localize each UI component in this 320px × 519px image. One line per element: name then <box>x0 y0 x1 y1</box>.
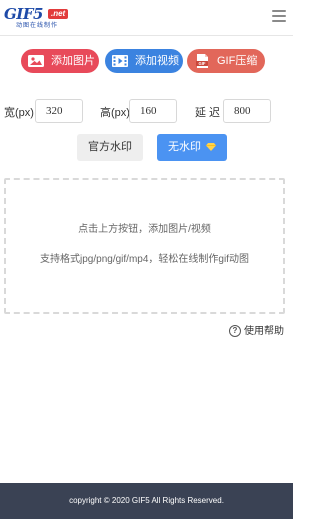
header: GIF5 .net 动图在线制作 <box>0 0 293 36</box>
logo-main-text: GIF5 <box>4 5 43 23</box>
film-icon <box>112 55 128 67</box>
official-watermark-button[interactable]: 官方水印 <box>77 134 143 161</box>
image-icon <box>28 55 44 67</box>
width-label: 宽(px) <box>4 107 34 119</box>
width-input[interactable] <box>35 99 83 123</box>
help-label: 使用帮助 <box>244 326 284 337</box>
delay-label: 延迟 <box>195 107 223 119</box>
diamond-icon <box>206 143 217 151</box>
gif-compress-label: GIF压缩 <box>217 55 258 67</box>
action-bar: 添加图片 添加视频 GIF GIF压缩 <box>0 49 293 73</box>
logo-badge: .net <box>48 9 69 19</box>
logo[interactable]: GIF5 .net 动图在线制作 <box>4 6 72 32</box>
add-video-label: 添加视频 <box>135 55 179 67</box>
height-label: 高(px) <box>100 107 130 119</box>
help-link[interactable]: ? 使用帮助 <box>229 325 285 339</box>
add-image-label: 添加图片 <box>51 55 95 67</box>
gif-file-icon: GIF <box>196 54 208 68</box>
dropzone-instruction: 点击上方按钮，添加图片/视频 <box>78 224 211 235</box>
svg-text:GIF: GIF <box>199 61 206 66</box>
official-watermark-label: 官方水印 <box>88 141 132 153</box>
delay-input[interactable] <box>223 99 271 123</box>
add-image-button[interactable]: 添加图片 <box>21 49 99 73</box>
height-input[interactable] <box>129 99 177 123</box>
add-video-button[interactable]: 添加视频 <box>105 49 183 73</box>
no-watermark-label: 无水印 <box>167 141 201 153</box>
dropzone-formats: 支持格式jpg/png/gif/mp4，轻松在线制作gif动图 <box>40 254 249 265</box>
params-row: 宽(px) 高(px) 延迟 <box>0 99 293 123</box>
logo-subtitle: 动图在线制作 <box>16 23 59 29</box>
copyright-text: copyright © 2020 GIF5 All Rights Reserve… <box>69 496 224 505</box>
no-watermark-button[interactable]: 无水印 <box>157 134 227 161</box>
hamburger-menu-icon[interactable] <box>272 10 286 22</box>
gif-compress-button[interactable]: GIF GIF压缩 <box>187 49 265 73</box>
upload-dropzone[interactable]: 点击上方按钮，添加图片/视频 支持格式jpg/png/gif/mp4，轻松在线制… <box>4 178 285 314</box>
footer: copyright © 2020 GIF5 All Rights Reserve… <box>0 483 293 519</box>
question-circle-icon: ? <box>229 325 241 337</box>
